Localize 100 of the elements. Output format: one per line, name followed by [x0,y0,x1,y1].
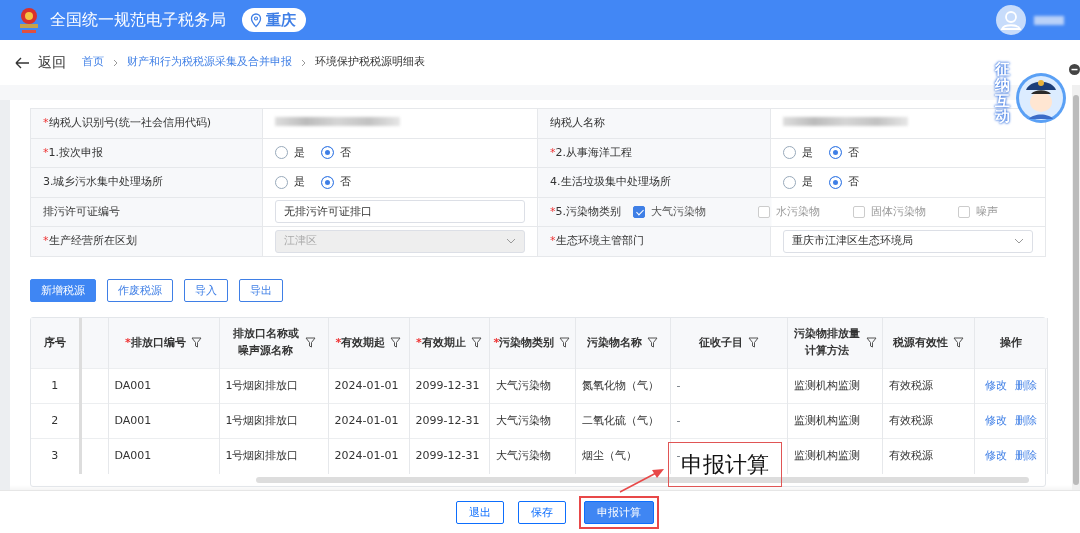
table-cell: 大气污染物 [495,378,551,392]
vertical-scrollbar[interactable] [1072,85,1080,490]
table-cell: - [676,413,681,427]
column-header: *有效期起 [335,334,386,351]
column-header: 序号 [43,334,66,351]
filter-icon[interactable] [952,337,964,349]
checkbox[interactable] [853,205,865,218]
checkbox-option[interactable]: 大气污染物 [633,203,738,220]
chevron-icon [300,58,307,67]
table-cell: 监测机构监测 [793,413,860,427]
table-cell: - [676,449,681,462]
radio-option[interactable]: 否 [321,144,352,161]
field-label: 排污许可证编号 [43,204,120,218]
column-header: 污染物排放量计算方法 [792,326,861,359]
column-header: 排放口名称或噪声源名称 [231,326,300,359]
chevron-down-icon [1014,238,1024,245]
table-cell: 1号烟囱排放口 [225,413,299,427]
location-button[interactable]: 重庆 [242,7,306,33]
filter-icon[interactable] [190,337,202,349]
radio-option[interactable]: 是 [275,144,306,161]
action-link[interactable]: 删除 [1014,378,1037,392]
toolbar-button[interactable]: 导出 [239,278,283,302]
blurred-username [1034,15,1064,25]
filter-icon[interactable] [470,337,482,349]
checkbox-option[interactable]: 噪声 [958,203,1018,220]
back-button[interactable]: 返回 [14,52,66,73]
table-cell: 大气污染物 [495,413,551,427]
field-label: 3.城乡污水集中处理场所 [43,175,164,188]
column-header: *污染物类别 [493,334,555,351]
column-header: 污染物名称 [587,334,642,351]
toolbar-button[interactable]: 新增税源 [30,278,96,302]
footer-button[interactable]: 申报计算 [584,500,654,524]
mascot-label: 征纳互动 [995,62,1010,125]
column-header: *有效期止 [416,334,466,351]
table-cell: - [676,378,681,392]
radio-option[interactable]: 否 [829,144,859,161]
breadcrumb-current: 环境保护税税源明细表 [315,54,425,71]
column-header: 税源有效性 [892,334,948,351]
field-label: *生态环境主管部门 [550,234,644,247]
table-cell: 2099-12-31 [415,449,480,462]
table-cell: DA001 [114,413,152,427]
table-cell: 二氧化硫（气） [581,413,659,427]
action-link[interactable]: 修改 [984,378,1007,392]
action-link[interactable]: 删除 [1014,449,1037,462]
filter-icon[interactable] [747,337,759,349]
table-cell: 有效税源 [888,449,933,462]
toolbar-button[interactable]: 导入 [184,278,228,302]
select-field[interactable]: 重庆市江津区生态环境局 [783,229,1033,253]
filter-icon[interactable] [647,337,658,349]
field-label: 4.生活垃圾集中处理场所 [550,175,671,188]
filter-icon[interactable] [304,337,316,349]
table-cell: 2099-12-31 [415,413,480,427]
table-cell: 氮氧化物（气） [581,378,659,392]
table-cell: 2099-12-31 [415,378,480,392]
checkbox[interactable] [958,205,970,218]
location-pin-icon [250,12,262,28]
breadcrumb-link[interactable]: 首页 [82,54,104,71]
action-link[interactable]: 删除 [1014,413,1037,427]
radio-option[interactable]: 否 [321,174,352,191]
field-label: *1.按次申报 [43,145,103,159]
radio-option[interactable]: 是 [783,144,813,161]
field-label: *纳税人识别号(统一社会信用代码) [43,116,212,129]
footer-button[interactable]: 保存 [518,500,566,524]
filter-icon[interactable] [559,337,571,349]
radio-option[interactable]: 是 [275,174,306,191]
footer-button[interactable]: 退出 [456,500,504,524]
checkbox[interactable] [758,205,770,218]
table-cell: 1 [51,378,59,392]
filter-icon[interactable] [390,337,402,349]
action-link[interactable]: 修改 [984,413,1007,427]
field-label: 纳税人名称 [550,116,605,129]
minimize-icon[interactable] [1069,64,1080,75]
table-cell: 1号烟囱排放口 [225,378,299,392]
checkbox-option[interactable]: 固体污染物 [853,203,958,220]
text-field[interactable]: 无排污许可证排口 [275,200,525,224]
table-cell: DA001 [114,378,152,392]
chevron-icon [112,58,119,67]
filter-icon[interactable] [865,337,877,349]
radio-option[interactable]: 否 [829,174,859,191]
pointer-arrow [619,469,664,493]
action-link[interactable]: 修改 [984,449,1007,462]
checkbox-option[interactable]: 水污染物 [758,203,853,220]
table-cell: 大气污染物 [495,449,551,462]
breadcrumb-link[interactable]: 财产和行为税税源采集及合并申报 [127,54,292,71]
radio-option[interactable]: 是 [783,174,813,191]
table-cell: DA001 [114,449,152,462]
table-cell: 1号烟囱排放口 [225,449,299,462]
table-cell: 2024-01-01 [334,449,399,462]
column-header: 征收子目 [698,334,743,351]
table-cell: 有效税源 [888,378,933,392]
column-header: 操作 [999,334,1022,351]
toolbar-button[interactable]: 作废税源 [107,278,173,302]
table-cell: 有效税源 [888,413,933,427]
table-cell: 监测机构监测 [793,378,860,392]
table-cell: 烟尘（气） [581,449,637,462]
checkbox[interactable] [633,205,645,218]
back-arrow-icon [14,55,30,70]
table-cell: 2024-01-01 [334,378,399,392]
column-header: *排放口编号 [125,334,186,351]
avatar-icon[interactable] [996,5,1026,35]
